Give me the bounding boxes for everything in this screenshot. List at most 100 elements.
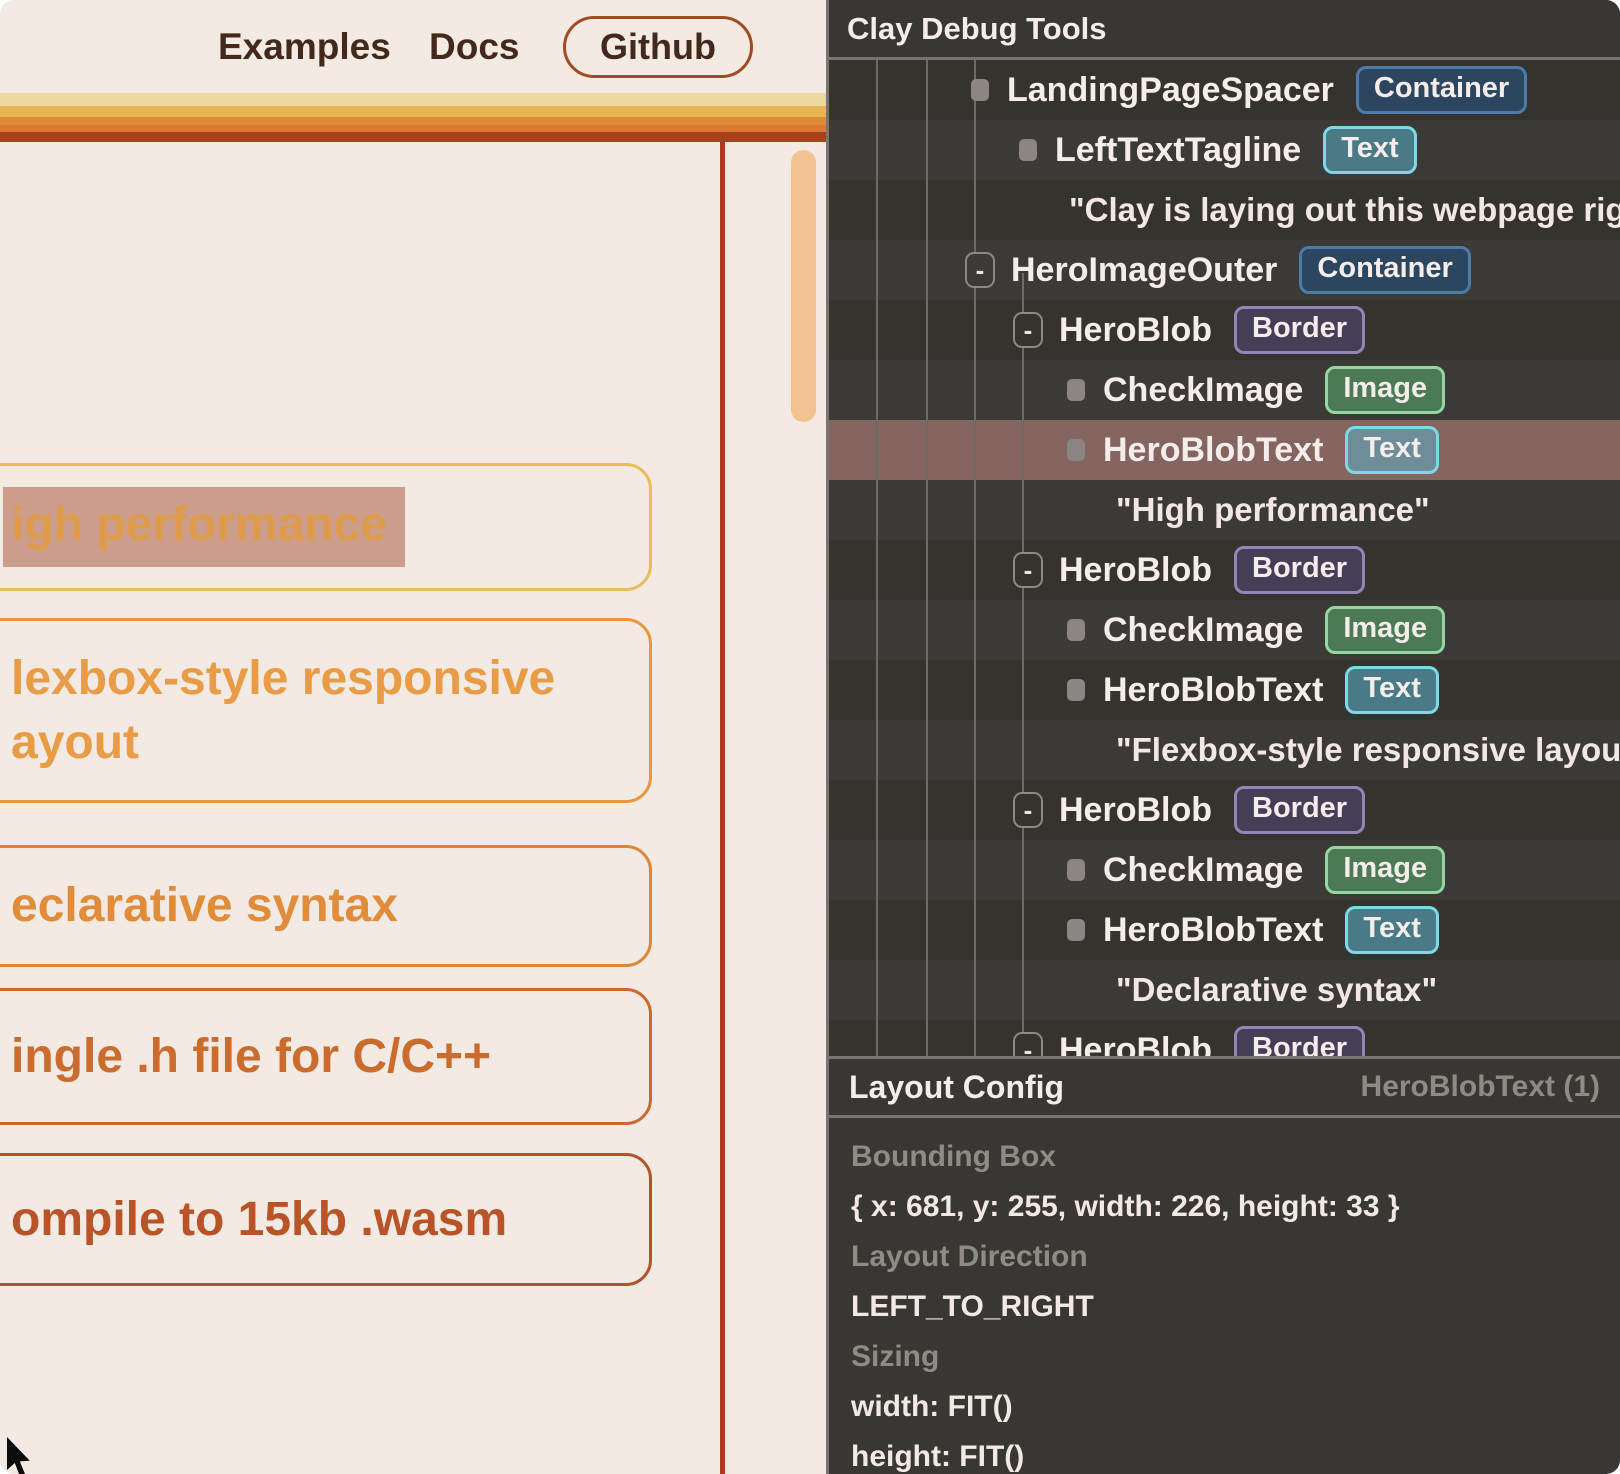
feature-box: ompile to 15kb .wasm (0, 1153, 652, 1286)
element-name-label: HeroBlob (1059, 791, 1212, 830)
stripe-band (0, 132, 826, 142)
tree-indent-guide (974, 60, 976, 1056)
tree-row-text-content[interactable]: "Clay is laying out this webpage right n… (829, 180, 1620, 240)
element-type-badge: Border (1234, 306, 1365, 354)
collapse-button[interactable]: - (1013, 1032, 1043, 1056)
debug-panel-title: Clay Debug Tools (847, 11, 1107, 47)
tree-row-text-content[interactable]: "Declarative syntax" (829, 960, 1620, 1020)
element-type-badge: Image (1325, 846, 1445, 894)
tree-row-text-content[interactable]: "High performance" (829, 480, 1620, 540)
tree-row[interactable]: HeroBlobTextText (829, 900, 1620, 960)
tree-row[interactable]: CheckImage Image (829, 360, 1620, 420)
tree-row[interactable]: -HeroBlob Border (829, 300, 1620, 360)
config-field-value: LEFT_TO_RIGHT (851, 1282, 1598, 1332)
tree-indent-guide (1022, 273, 1024, 1056)
feature-text: igh performance (11, 487, 649, 567)
tree-row[interactable]: -HeroBlob Border (829, 1020, 1620, 1056)
clay-debug-panel: LandingPageSpacer Container LeftTextTaglin… (826, 0, 1620, 1474)
config-field-value: width: FIT() (851, 1382, 1598, 1432)
config-field-label: Bounding Box (851, 1132, 1598, 1182)
tree-row[interactable]: -HeroBlob Border (829, 780, 1620, 840)
element-name-label: HeroImageOuter (1011, 251, 1277, 290)
text-content-preview: "Flexbox-style responsive layout" (1116, 731, 1620, 769)
element-type-badge: Border (1234, 786, 1365, 834)
element-name-label: LeftTextTagline (1055, 131, 1301, 170)
element-name-label: CheckImage (1103, 851, 1303, 890)
collapse-button[interactable]: - (1013, 792, 1043, 828)
element-type-badge: Text (1323, 126, 1416, 174)
element-type-badge: Text (1345, 666, 1438, 714)
element-name-label: LandingPageSpacer (1007, 71, 1334, 110)
leaf-bullet-icon (1067, 919, 1085, 941)
feature-box: lexbox-style responsiveayout (0, 618, 652, 803)
leaf-bullet-icon (971, 79, 989, 101)
text-content-preview: "Clay is laying out this webpage right n… (1069, 191, 1620, 229)
element-name-label: HeroBlobText (1103, 671, 1323, 710)
debug-panel-header: Clay Debug Tools (829, 0, 1620, 60)
element-type-badge: Container (1299, 246, 1470, 294)
leaf-bullet-icon (1067, 619, 1085, 641)
feature-box: ingle .h file for C/C++ (0, 988, 652, 1125)
config-field-value: { x: 681, y: 255, width: 226, height: 33… (851, 1182, 1598, 1232)
tree-indent-guide (876, 60, 878, 1056)
element-name-label: CheckImage (1103, 611, 1303, 650)
feature-text: ingle .h file for C/C++ (11, 1025, 649, 1089)
feature-box: eclarative syntax (0, 845, 652, 967)
leaf-bullet-icon (1067, 379, 1085, 401)
config-field-label: Sizing (851, 1332, 1598, 1382)
element-type-badge: Image (1325, 366, 1445, 414)
stripe-band (0, 117, 826, 125)
stripe-band (0, 106, 826, 117)
leaf-bullet-icon (1019, 139, 1037, 161)
scrollbar-thumb[interactable] (791, 150, 816, 422)
tree-row[interactable]: CheckImage Image (829, 600, 1620, 660)
element-type-badge: Container (1356, 66, 1527, 114)
tree-row[interactable]: HeroBlobText Text (829, 660, 1620, 720)
github-button[interactable]: Github (563, 16, 753, 78)
landing-page: Examples Docs Github igh performance lexb… (0, 0, 826, 1474)
tree-row[interactable]: LeftTextTagline Text (829, 120, 1620, 180)
element-tree: LandingPageSpacer Container LeftTextTaglin… (829, 60, 1620, 1056)
element-name-label: HeroBlob (1059, 551, 1212, 590)
stripe-band (0, 125, 826, 132)
vertical-divider (720, 142, 725, 1474)
layout-config-title: Layout Config (849, 1069, 1064, 1106)
element-name-label: CheckImage (1103, 371, 1303, 410)
mouse-cursor (2, 1437, 36, 1474)
element-type-badge: Text (1345, 426, 1438, 474)
tree-row[interactable]: -HeroBlob Border (829, 540, 1620, 600)
feature-text: lexbox-style responsive (11, 647, 649, 711)
leaf-bullet-icon (1067, 439, 1085, 461)
element-name-label: HeroBlob (1059, 311, 1212, 350)
nav-examples[interactable]: Examples (218, 26, 391, 68)
stripe-band (0, 93, 826, 106)
leaf-bullet-icon (1067, 679, 1085, 701)
feature-box: igh performance (0, 463, 652, 591)
gradient-stripe (0, 93, 826, 142)
tree-row[interactable]: HeroBlobText Text (829, 420, 1620, 480)
collapse-button[interactable]: - (1013, 312, 1043, 348)
tree-row[interactable]: CheckImage Image (829, 840, 1620, 900)
feature-text: ayout (11, 711, 649, 775)
tree-row[interactable]: -HeroImageOuter Container (829, 240, 1620, 300)
collapse-button[interactable]: - (1013, 552, 1043, 588)
tree-row-text-content[interactable]: "Flexbox-style responsive layout" (829, 720, 1620, 780)
collapse-button[interactable]: - (965, 252, 995, 288)
config-field-value: height: FIT() (851, 1432, 1598, 1474)
tree-indent-guide (926, 60, 928, 1056)
element-type-badge: Border (1234, 546, 1365, 594)
text-content-preview: "High performance" (1116, 491, 1430, 529)
config-field-label: Layout Direction (851, 1232, 1598, 1282)
element-type-badge: Border (1234, 1026, 1365, 1056)
element-type-badge: Image (1325, 606, 1445, 654)
feature-text: eclarative syntax (11, 874, 649, 938)
element-name-label: HeroBlobText (1103, 431, 1323, 470)
debug-selection-highlight: igh performance (3, 487, 405, 567)
text-content-preview: "Declarative syntax" (1116, 971, 1437, 1009)
nav-docs[interactable]: Docs (429, 26, 519, 68)
tree-row[interactable]: LandingPageSpacer Container (829, 60, 1620, 120)
layout-config-bar: Layout Config HeroBlobText (1) (829, 1056, 1620, 1118)
element-type-badge: Text (1345, 906, 1438, 954)
leaf-bullet-icon (1067, 859, 1085, 881)
element-name-label: HeroBlob (1059, 1031, 1212, 1057)
